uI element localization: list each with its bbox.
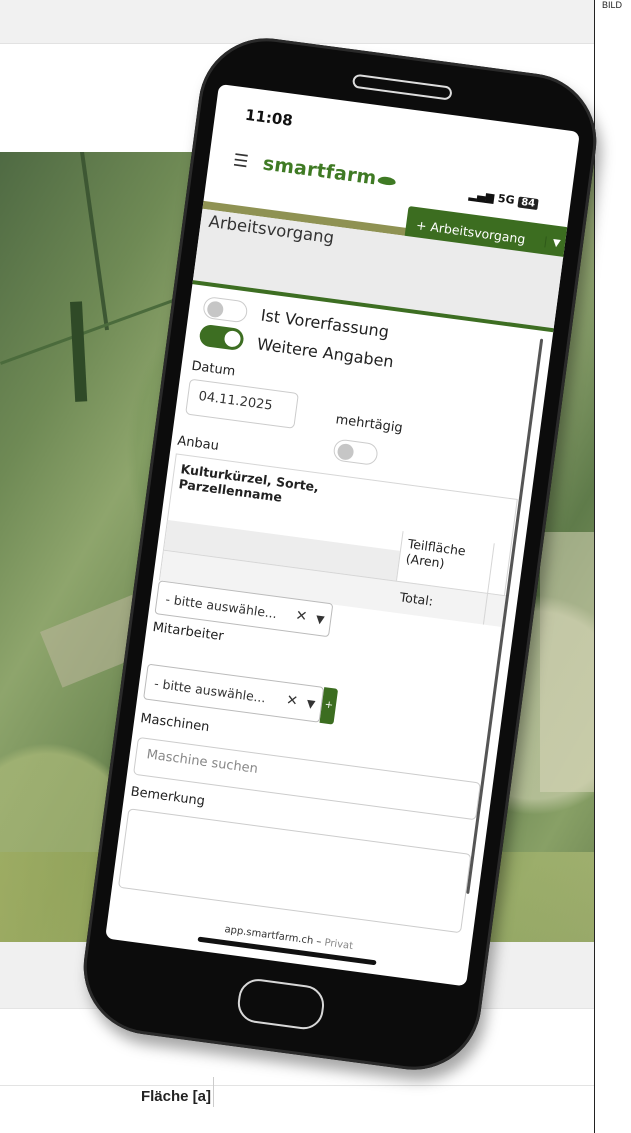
clear-icon[interactable]: ✕ xyxy=(291,607,311,625)
background-top-bar xyxy=(0,0,594,44)
datum-input[interactable]: 04.11.2025 xyxy=(185,378,299,429)
maschinen-label: Maschinen xyxy=(139,711,211,736)
smartfarm-logo[interactable]: smartfarm xyxy=(262,152,398,192)
toggle-mehrtaegig[interactable] xyxy=(332,438,379,466)
network-label: 5G xyxy=(497,191,516,207)
mitarbeiter-select[interactable]: - bitte auswähle... ✕ ▼ xyxy=(143,663,325,723)
anbau-col-header-kultur: Kulturkürzel, Sorte, Parzellenname xyxy=(177,461,320,505)
maschinen-placeholder: Maschine suchen xyxy=(145,747,259,777)
battery-icon: 84 xyxy=(517,196,539,211)
logo-leaf-icon xyxy=(377,175,397,186)
anbau-select-value: - bitte auswähle... xyxy=(164,590,278,621)
toggle-knob xyxy=(206,300,225,319)
background-right-label: BILD xyxy=(602,0,623,10)
maschinen-search-input[interactable]: Maschine suchen xyxy=(133,736,481,821)
weitere-angaben-label: Weitere Angaben xyxy=(255,334,395,372)
bemerkung-label: Bemerkung xyxy=(129,784,206,810)
background-table-header-flaeche: Fläche [a] xyxy=(140,1088,211,1105)
background-table-column-separator xyxy=(213,1077,214,1107)
toggle-knob xyxy=(223,329,242,348)
toggle-vorerfassung[interactable] xyxy=(202,295,249,324)
status-time: 11:08 xyxy=(244,105,294,130)
vorerfassung-label: Ist Vorerfassung xyxy=(259,305,391,342)
datum-label: Datum xyxy=(190,358,237,380)
chevron-down-icon[interactable]: ▼ xyxy=(309,611,331,627)
status-signal: ▂▄▆ 5G 84 xyxy=(468,187,539,211)
logo-text: smartfarm xyxy=(261,152,378,190)
mitarbeiter-select-value: - bitte auswähle... xyxy=(153,675,267,705)
footer-privacy[interactable]: Privat xyxy=(324,937,354,952)
signal-bars-icon: ▂▄▆ xyxy=(468,187,496,205)
clear-icon[interactable]: ✕ xyxy=(282,692,302,710)
mehrtaegig-label: mehrtägig xyxy=(334,412,404,437)
background-table-divider xyxy=(0,1085,594,1086)
bemerkung-textarea[interactable] xyxy=(117,808,472,934)
chevron-down-icon[interactable]: ▼ xyxy=(544,235,568,250)
chevron-down-icon[interactable]: ▼ xyxy=(300,696,322,712)
mitarbeiter-label: Mitarbeiter xyxy=(151,619,225,645)
background-right-column xyxy=(594,0,631,1133)
anbau-label: Anbau xyxy=(176,433,220,454)
toggle-knob xyxy=(336,442,355,461)
toggle-weitere-angaben[interactable] xyxy=(198,323,245,352)
stage: Fläche [a] BILD 11:08 ☰ smartfarm ▂▄▆ 5G… xyxy=(0,0,631,1133)
hamburger-menu-icon[interactable]: ☰ xyxy=(232,150,250,172)
